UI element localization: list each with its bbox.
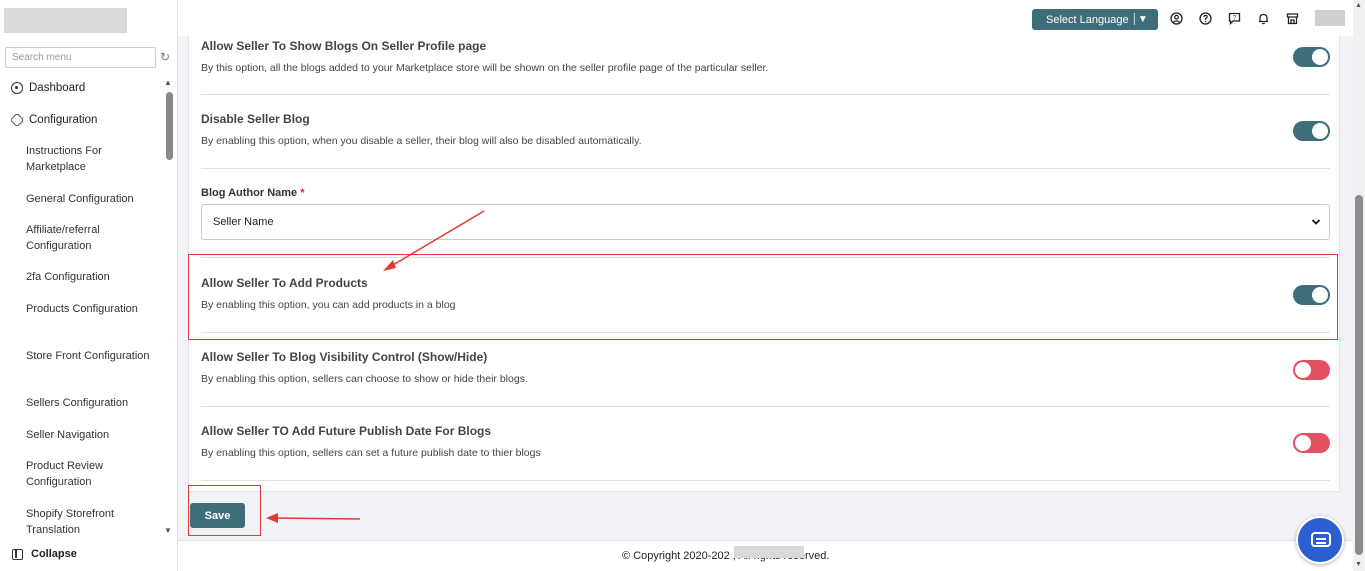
window-scroll-up-arrow[interactable]: ▲ — [1355, 2, 1362, 9]
window-scroll-down-arrow[interactable]: ▼ — [1355, 561, 1362, 568]
chat-button[interactable] — [1296, 516, 1344, 564]
redacted-text — [734, 546, 804, 558]
window-scrollbar[interactable] — [1355, 195, 1363, 555]
annotation-arrows — [266, 210, 485, 523]
save-button[interactable]: Save — [190, 503, 245, 528]
chat-icon — [1311, 532, 1331, 547]
